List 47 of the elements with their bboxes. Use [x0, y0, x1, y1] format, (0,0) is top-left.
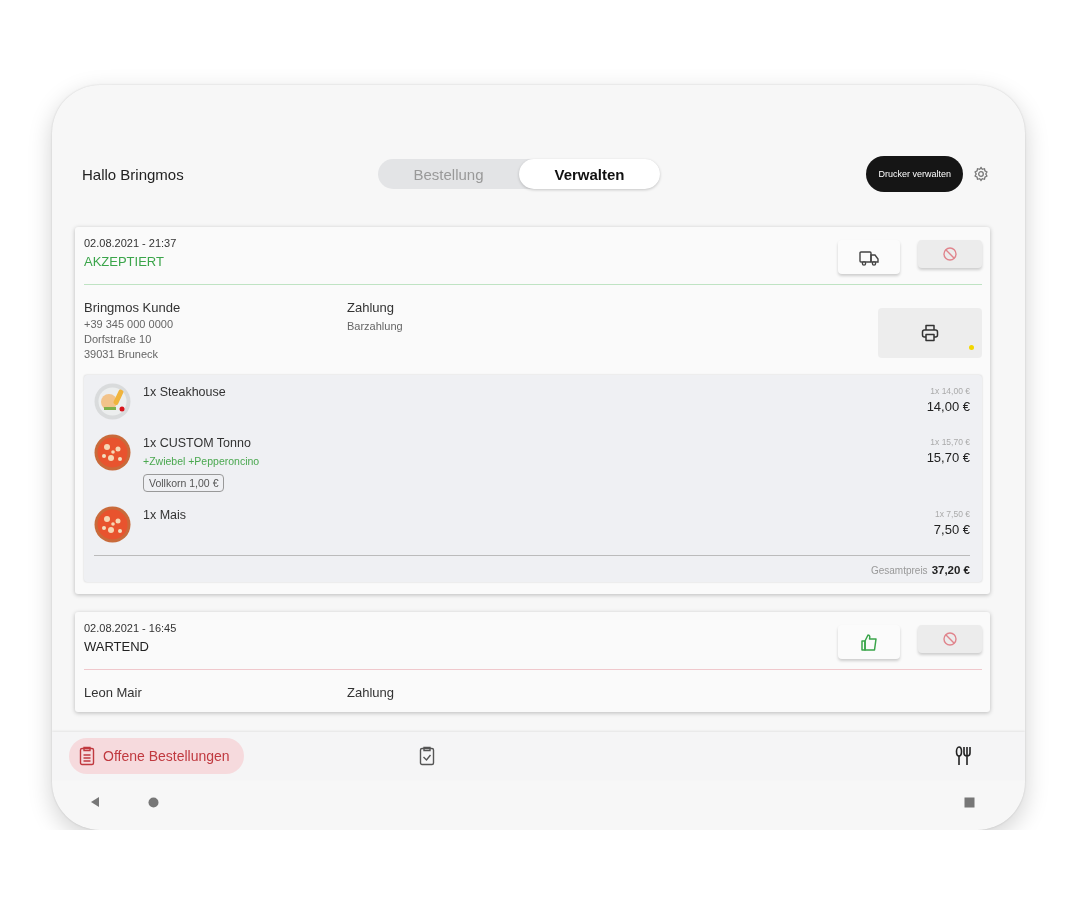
clipboard-icon	[79, 746, 95, 766]
cutlery-icon	[955, 746, 971, 766]
customer-name: Leon Mair	[84, 685, 143, 700]
customer-name: Bringmos Kunde	[84, 300, 182, 315]
payment-label: Zahlung	[347, 300, 395, 315]
item-name: 1x Steakhouse	[143, 385, 226, 399]
option-tag: Vollkorn 1,00 €	[143, 474, 225, 492]
customer-detail: +39 345 000 0000	[84, 318, 174, 330]
unit-price: 1x 15,70 €	[930, 437, 970, 447]
cancel-icon	[942, 246, 958, 262]
customer-detail: Dorfstraße 10	[84, 333, 153, 345]
home-icon	[148, 796, 159, 808]
payment-label: Zahlung	[347, 685, 394, 700]
accept-button[interactable]	[838, 625, 900, 659]
cancel-icon	[942, 631, 958, 647]
print-button[interactable]	[878, 308, 982, 358]
home-button[interactable]	[148, 796, 159, 808]
settings-icon[interactable]	[973, 166, 989, 182]
item-extras: +Zwiebel +Pepperoncino	[143, 455, 260, 467]
back-button[interactable]	[90, 796, 100, 808]
nav-tab[interactable]: Offene Bestellungen	[69, 738, 244, 774]
item-name: 1x Mais	[143, 508, 187, 522]
back-icon	[90, 796, 100, 808]
total-price: 37,20 €	[931, 564, 970, 576]
recents-button[interactable]	[964, 796, 975, 808]
item-price: 15,70 €	[926, 450, 970, 465]
manage-printer-button[interactable]: Drucker verwalten	[866, 156, 963, 192]
customer-detail: 39031 Bruneck	[84, 348, 159, 360]
order-date: 02.08.2021 - 16:45	[84, 622, 177, 634]
truck-icon	[859, 248, 879, 266]
item-price: 7,50 €	[933, 522, 970, 537]
order-status: WARTEND	[84, 639, 150, 654]
tab[interactable]: Verwalten	[519, 159, 660, 189]
greeting-text: Hallo Bringmos	[82, 165, 185, 183]
total-label: Gesamtpreis	[870, 565, 928, 576]
order-status: AKZEPTIERT	[84, 254, 165, 269]
unit-price: 1x 14,00 €	[930, 386, 970, 396]
item-name: 1x CUSTOM Tonno	[143, 436, 252, 450]
order-date: 02.08.2021 - 21:37	[84, 237, 177, 249]
clipboard-check-icon	[418, 746, 435, 766]
unit-price: 1x 7,50 €	[935, 509, 970, 519]
item-price: 14,00 €	[926, 399, 970, 414]
thumbs-up-icon	[860, 633, 878, 651]
deliver-button[interactable]	[838, 240, 900, 274]
payment-method: Barzahlung	[347, 320, 403, 332]
recents-icon	[964, 796, 975, 808]
printer-icon	[921, 324, 939, 342]
